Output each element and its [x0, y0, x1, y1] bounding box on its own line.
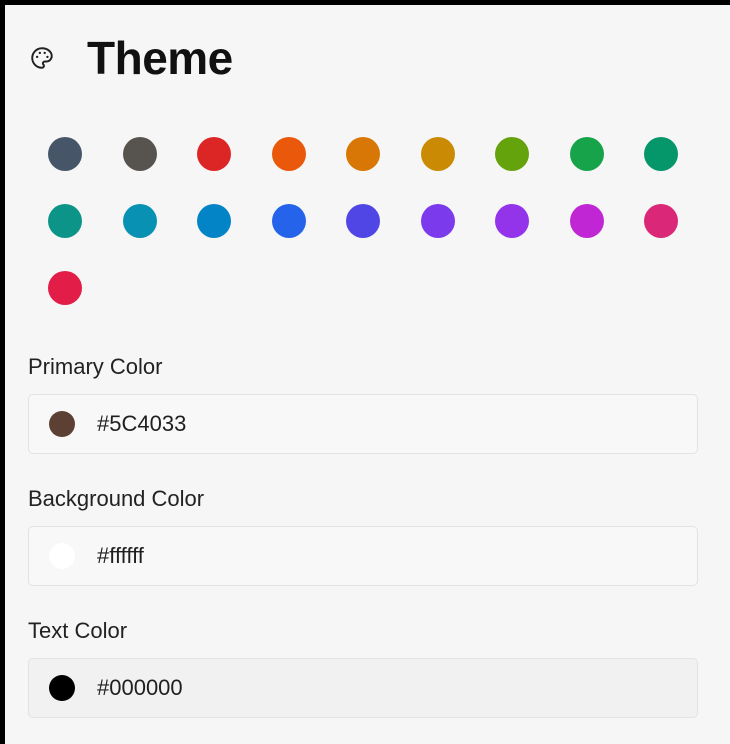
- theme-panel: Theme Primary Color #5C4033 Background C…: [0, 0, 730, 744]
- background-color-value: #ffffff: [97, 543, 144, 568]
- background-color-field[interactable]: #ffffff: [28, 526, 698, 586]
- primary-color-swatch[interactable]: [49, 411, 75, 437]
- color-swatch[interactable]: [495, 204, 529, 238]
- color-swatch[interactable]: [346, 204, 380, 238]
- color-swatch[interactable]: [197, 204, 231, 238]
- primary-color-value: #5C4033: [97, 411, 187, 436]
- color-swatch[interactable]: [271, 204, 306, 238]
- color-swatch[interactable]: [420, 204, 455, 238]
- palette-icon: [29, 45, 55, 71]
- color-swatch[interactable]: [495, 137, 529, 171]
- color-swatch[interactable]: [48, 271, 82, 305]
- text-color-value: #000000: [97, 675, 183, 700]
- color-swatch[interactable]: [569, 137, 604, 171]
- color-swatch[interactable]: [48, 204, 82, 238]
- color-swatch[interactable]: [122, 204, 157, 238]
- text-color-label: Text Color: [28, 618, 128, 643]
- color-swatch[interactable]: [644, 137, 678, 171]
- color-swatch[interactable]: [420, 137, 455, 171]
- text-color-field[interactable]: #000000: [28, 658, 698, 718]
- color-swatch[interactable]: [271, 137, 306, 171]
- color-swatch[interactable]: [346, 137, 380, 171]
- background-color-label: Background Color: [28, 486, 205, 511]
- background-color-swatch[interactable]: [49, 543, 75, 569]
- page-title: Theme: [87, 32, 233, 84]
- color-swatch[interactable]: [48, 137, 82, 171]
- color-swatch[interactable]: [644, 204, 678, 238]
- color-swatch[interactable]: [197, 137, 231, 171]
- primary-color-field[interactable]: #5C4033: [28, 394, 698, 454]
- text-color-swatch[interactable]: [49, 675, 75, 701]
- primary-color-label: Primary Color: [28, 354, 163, 379]
- color-swatch[interactable]: [569, 204, 604, 238]
- color-swatch[interactable]: [122, 137, 157, 171]
- theme-header: Theme: [29, 35, 233, 81]
